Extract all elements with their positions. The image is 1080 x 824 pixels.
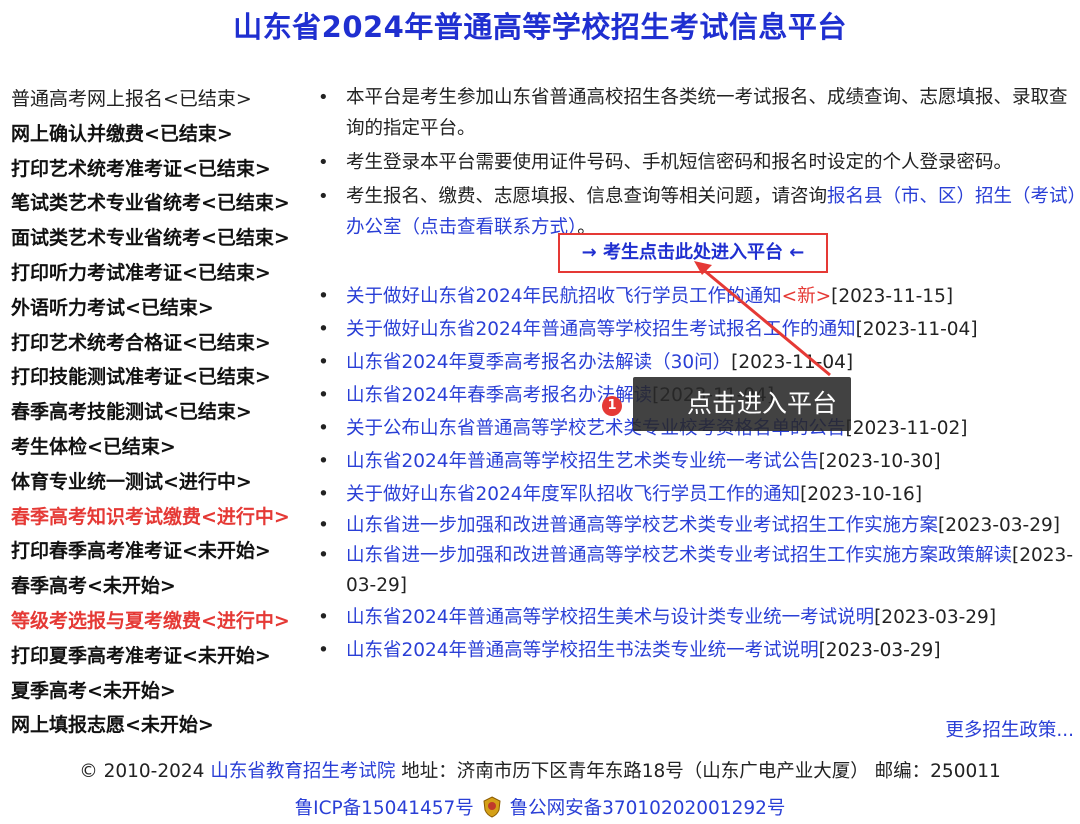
news-item: 关于做好山东省2024年度军队招收飞行学员工作的通知[2023-10-16]: [318, 478, 1078, 511]
intro-text: 本平台是考生参加山东省普通高校招生各类统一考试报名、成绩查询、志愿填报、录取查询…: [346, 87, 1068, 139]
nav-item[interactable]: 等级考选报与夏考缴费<进行中>: [11, 604, 311, 639]
nav-item[interactable]: 打印艺术统考合格证<已结束>: [11, 326, 311, 361]
intro-text: 考生报名、缴费、志愿填报、信息查询等相关问题，请咨询: [346, 186, 828, 207]
main-content: 本平台是考生参加山东省普通高校招生各类统一考试报名、成绩查询、志愿填报、录取查询…: [318, 82, 1078, 667]
nav-item[interactable]: 考生体检<已结束>: [11, 430, 311, 465]
news-link[interactable]: 山东省2024年普通高等学校招生艺术类专业统一考试公告: [346, 451, 819, 472]
news-item: 山东省2024年普通高等学校招生美术与设计类专业统一考试说明[2023-03-2…: [318, 601, 1078, 634]
new-badge: <新>: [781, 286, 832, 307]
news-link[interactable]: 山东省2024年夏季高考报名办法解读（30问）: [346, 352, 731, 373]
nav-item[interactable]: 普通高考网上报名<已结束>: [11, 82, 311, 117]
news-item: 山东省进一步加强和改进普通高等学校艺术类专业考试招生工作实施方案[2023-03…: [318, 511, 1078, 541]
news-date: [2023-11-15]: [831, 286, 954, 307]
news-link[interactable]: 关于做好山东省2024年度军队招收飞行学员工作的通知: [346, 484, 800, 505]
enter-platform-button[interactable]: → 考生点击此处进入平台 ←: [558, 233, 828, 273]
annotation-marker: 1: [602, 396, 622, 416]
nav-item[interactable]: 网上确认并缴费<已结束>: [11, 117, 311, 152]
news-date: [2023-10-16]: [800, 484, 923, 505]
intro-item: 考生登录本平台需要使用证件号码、手机短信密码和报名时设定的个人登录密码。: [318, 147, 1078, 178]
nav-item[interactable]: 打印技能测试准考证<已结束>: [11, 360, 311, 395]
nav-item[interactable]: 体育专业统一测试<进行中>: [11, 465, 311, 500]
news-date: [2023-11-02]: [845, 418, 968, 439]
news-date: [2023-03-29]: [874, 607, 997, 628]
nav-item[interactable]: 春季高考技能测试<已结束>: [11, 395, 311, 430]
intro-item: 本平台是考生参加山东省普通高校招生各类统一考试报名、成绩查询、志愿填报、录取查询…: [318, 82, 1078, 144]
news-date: [2023-10-30]: [818, 451, 941, 472]
copyright-text: © 2010-2024: [79, 761, 205, 782]
nav-item[interactable]: 面试类艺术专业省统考<已结束>: [11, 221, 311, 256]
nav-item[interactable]: 打印艺术统考准考证<已结束>: [11, 152, 311, 187]
footer-records: 鲁ICP备15041457号 鲁公网安备37010202001292号: [0, 794, 1080, 820]
news-link[interactable]: 山东省进一步加强和改进普通高等学校艺术类专业考试招生工作实施方案政策解读: [346, 545, 1012, 566]
org-link[interactable]: 山东省教育招生考试院: [210, 761, 395, 782]
news-link[interactable]: 关于做好山东省2024年民航招收飞行学员工作的通知: [346, 286, 782, 307]
news-item: 关于做好山东省2024年民航招收飞行学员工作的通知<新>[2023-11-15]: [318, 280, 1078, 313]
page-title: 山东省2024年普通高等学校招生考试信息平台: [233, 10, 847, 44]
nav-item[interactable]: 网上填报志愿<未开始>: [11, 708, 311, 743]
nav-item[interactable]: 春季高考<未开始>: [11, 569, 311, 604]
nav-item[interactable]: 笔试类艺术专业省统考<已结束>: [11, 186, 311, 221]
intro-list: 本平台是考生参加山东省普通高校招生各类统一考试报名、成绩查询、志愿填报、录取查询…: [318, 82, 1078, 243]
news-date: [2023-11-04]: [855, 319, 978, 340]
more-policies-link[interactable]: 更多招生政策...: [945, 716, 1074, 742]
footer-copyright: © 2010-2024 山东省教育招生考试院 地址：济南市历下区青年东路18号（…: [0, 757, 1080, 783]
left-nav: 普通高考网上报名<已结束> 网上确认并缴费<已结束> 打印艺术统考准考证<已结束> 笔…: [11, 82, 311, 743]
annotation-tooltip: 点击进入平台: [633, 377, 851, 431]
nav-item[interactable]: 外语听力考试<已结束>: [11, 291, 311, 326]
news-item: 山东省进一步加强和改进普通高等学校艺术类专业考试招生工作实施方案政策解读[202…: [318, 541, 1078, 601]
nav-item[interactable]: 打印春季高考准考证<未开始>: [11, 534, 311, 569]
news-item: 山东省2024年普通高等学校招生艺术类专业统一考试公告[2023-10-30]: [318, 445, 1078, 478]
news-list: 关于做好山东省2024年民航招收飞行学员工作的通知<新>[2023-11-15]…: [318, 280, 1078, 667]
news-link[interactable]: 山东省2024年普通高等学校招生美术与设计类专业统一考试说明: [346, 607, 874, 628]
intro-text: 考生登录本平台需要使用证件号码、手机短信密码和报名时设定的个人登录密码。: [346, 152, 1013, 173]
news-item: 关于做好山东省2024年普通高等学校招生考试报名工作的通知[2023-11-04…: [318, 313, 1078, 346]
nav-item[interactable]: 夏季高考<未开始>: [11, 674, 311, 709]
news-item: 山东省2024年夏季高考报名办法解读（30问）[2023-11-04]: [318, 346, 1078, 379]
nav-item[interactable]: 春季高考知识考试缴费<进行中>: [11, 500, 311, 535]
news-date: [2023-03-29]: [938, 515, 1060, 536]
news-link[interactable]: 山东省2024年普通高等学校招生书法类专业统一考试说明: [346, 640, 819, 661]
news-date: [2023-11-04]: [731, 352, 854, 373]
news-link[interactable]: 关于做好山东省2024年普通高等学校招生考试报名工作的通知: [346, 319, 856, 340]
police-badge-icon: [483, 796, 501, 818]
police-record-link[interactable]: 鲁公网安备37010202001292号: [510, 798, 786, 819]
nav-item[interactable]: 打印夏季高考准考证<未开始>: [11, 639, 311, 674]
news-date: [2023-03-29]: [818, 640, 941, 661]
news-item: 山东省2024年普通高等学校招生书法类专业统一考试说明[2023-03-29]: [318, 634, 1078, 667]
address-text: 地址：济南市历下区青年东路18号（山东广电产业大厦） 邮编：250011: [401, 761, 1001, 782]
news-link[interactable]: 山东省进一步加强和改进普通高等学校艺术类专业考试招生工作实施方案: [346, 515, 938, 536]
nav-item[interactable]: 打印听力考试准考证<已结束>: [11, 256, 311, 291]
icp-link[interactable]: 鲁ICP备15041457号: [295, 798, 474, 819]
